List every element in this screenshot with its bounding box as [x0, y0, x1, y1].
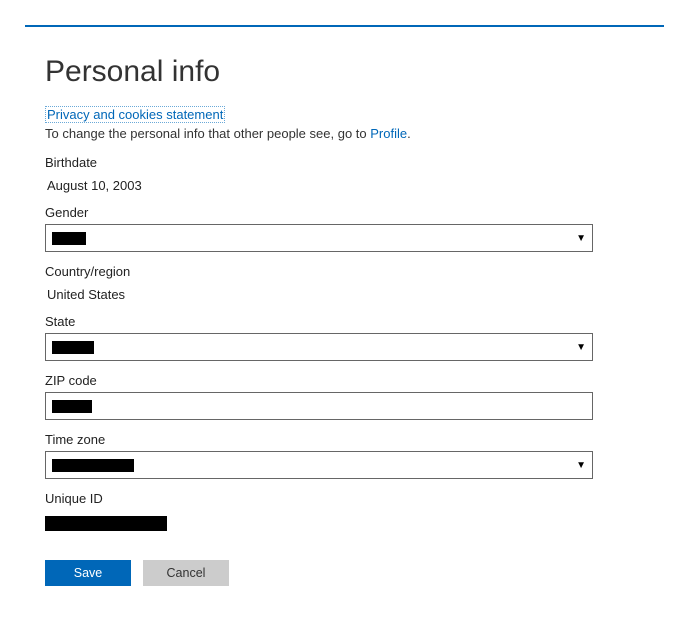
gender-value-redacted: [52, 232, 86, 245]
state-value-redacted: [52, 341, 94, 354]
chevron-down-icon: ▼: [576, 342, 586, 353]
zip-label: ZIP code: [45, 373, 664, 388]
birthdate-label: Birthdate: [45, 155, 664, 170]
desc-text-suffix: .: [407, 126, 411, 141]
country-value: United States: [45, 285, 664, 302]
timezone-select[interactable]: ▼: [45, 451, 593, 479]
country-label: Country/region: [45, 264, 664, 279]
uniqueid-value-redacted: [45, 516, 167, 531]
gender-select[interactable]: ▼: [45, 224, 593, 252]
timezone-value-redacted: [52, 459, 134, 472]
privacy-link[interactable]: Privacy and cookies statement: [45, 106, 225, 123]
birthdate-value: August 10, 2003: [45, 176, 664, 193]
zip-value-redacted: [52, 400, 92, 413]
uniqueid-label: Unique ID: [45, 491, 664, 506]
desc-text-prefix: To change the personal info that other p…: [45, 126, 370, 141]
state-select[interactable]: ▼: [45, 333, 593, 361]
timezone-label: Time zone: [45, 432, 664, 447]
zip-input[interactable]: [45, 392, 593, 420]
save-button[interactable]: Save: [45, 560, 131, 586]
cancel-button[interactable]: Cancel: [143, 560, 229, 586]
state-label: State: [45, 314, 664, 329]
chevron-down-icon: ▼: [576, 233, 586, 244]
page-title: Personal info: [45, 55, 664, 89]
profile-link[interactable]: Profile: [370, 126, 407, 141]
chevron-down-icon: ▼: [576, 460, 586, 471]
profile-desc: To change the personal info that other p…: [45, 126, 664, 141]
gender-label: Gender: [45, 205, 664, 220]
